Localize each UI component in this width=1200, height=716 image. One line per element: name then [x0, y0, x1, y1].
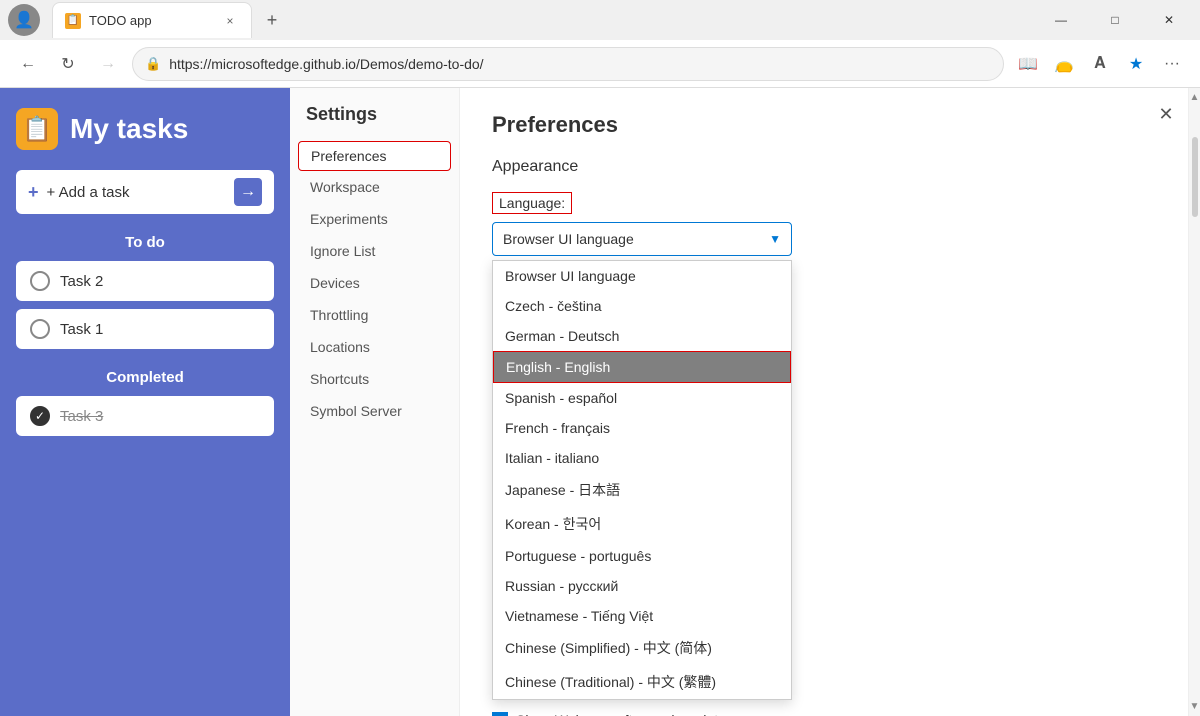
- language-row: Language:: [492, 192, 1168, 214]
- nav-actions: 📖 👝 𝐀 ★ ···: [1012, 48, 1188, 80]
- settings-title: Settings: [290, 104, 459, 141]
- dropdown-item-german[interactable]: German - Deutsch: [493, 321, 791, 351]
- todo-section-label: To do: [16, 234, 274, 251]
- close-preferences-button[interactable]: ✕: [1152, 100, 1180, 128]
- dropdown-item-vietnamese[interactable]: Vietnamese - Tiếng Việt: [493, 601, 791, 631]
- settings-nav-shortcuts[interactable]: Shortcuts: [290, 363, 459, 395]
- settings-nav-devices[interactable]: Devices: [290, 267, 459, 299]
- settings-panel: Settings Preferences Workspace Experimen…: [290, 88, 460, 716]
- close-tab-button[interactable]: ×: [221, 12, 239, 30]
- language-select[interactable]: Browser UI language ▼: [492, 222, 792, 256]
- todo-header: 📋 My tasks: [16, 108, 274, 150]
- more-button[interactable]: ···: [1156, 48, 1188, 80]
- read-aloud-button[interactable]: 𝐀: [1084, 48, 1116, 80]
- profile-icon[interactable]: 👤: [8, 4, 40, 36]
- task-label: Task 1: [60, 321, 103, 338]
- show-welcome-label: Show Welcome after each update: [516, 712, 726, 716]
- task-label: Task 2: [60, 273, 103, 290]
- add-task-row[interactable]: + + Add a task →: [16, 170, 274, 214]
- add-task-label: + Add a task: [47, 184, 226, 201]
- scroll-up-icon[interactable]: ▲: [1186, 88, 1200, 107]
- minimize-button[interactable]: —: [1038, 4, 1084, 36]
- scroll-down-icon[interactable]: ▼: [1186, 697, 1200, 716]
- address-bar[interactable]: 🔒 https://microsoftedge.github.io/Demos/…: [132, 47, 1004, 81]
- add-task-arrow-icon: →: [234, 178, 262, 206]
- dropdown-item-russian[interactable]: Russian - русский: [493, 571, 791, 601]
- settings-nav-symbol-server[interactable]: Symbol Server: [290, 395, 459, 427]
- dropdown-item-portuguese[interactable]: Portuguese - português: [493, 541, 791, 571]
- wallet-button[interactable]: 👝: [1048, 48, 1080, 80]
- dropdown-item-chinese-simplified[interactable]: Chinese (Simplified) - 中文 (简体): [493, 631, 791, 665]
- dropdown-item-korean[interactable]: Korean - 한국어: [493, 507, 791, 541]
- scrollbar[interactable]: ▲ ▼: [1188, 88, 1200, 716]
- scroll-track: [1191, 127, 1199, 677]
- todo-app-title: My tasks: [70, 113, 188, 145]
- dropdown-item-browser-ui[interactable]: Browser UI language: [493, 261, 791, 291]
- dropdown-item-french[interactable]: French - français: [493, 413, 791, 443]
- select-dropdown-arrow-icon: ▼: [769, 232, 781, 246]
- refresh-button[interactable]: ↻: [52, 48, 84, 80]
- tab-title: TODO app: [89, 13, 213, 28]
- settings-nav-workspace[interactable]: Workspace: [290, 171, 459, 203]
- lock-icon: 🔒: [145, 56, 161, 72]
- todo-sidebar: 📋 My tasks + + Add a task → To do Task 2…: [0, 88, 290, 716]
- appearance-label: Appearance: [492, 158, 1168, 176]
- completed-section-label: Completed: [16, 369, 274, 386]
- read-view-button[interactable]: 📖: [1012, 48, 1044, 80]
- nav-bar: ← ↻ → 🔒 https://microsoftedge.github.io/…: [0, 40, 1200, 88]
- page-content: 📋 My tasks + + Add a task → To do Task 2…: [0, 88, 1200, 716]
- completed-task-label: Task 3: [60, 408, 103, 425]
- todo-app-icon: 📋: [16, 108, 58, 150]
- tab-favicon: 📋: [65, 13, 81, 29]
- back-button[interactable]: ←: [12, 48, 44, 80]
- show-welcome-checkbox[interactable]: ✓: [492, 712, 508, 716]
- task-item[interactable]: Task 1: [16, 309, 274, 349]
- selected-language-text: Browser UI language: [503, 231, 634, 247]
- browser-window: 👤 📋 TODO app × + — □ ✕ ← ↻ → 🔒 https://m…: [0, 0, 1200, 716]
- task-checkbox[interactable]: [30, 319, 50, 339]
- close-window-button[interactable]: ✕: [1146, 4, 1192, 36]
- title-bar: 👤 📋 TODO app × + — □ ✕: [0, 0, 1200, 40]
- completed-task-checkbox[interactable]: ✓: [30, 406, 50, 426]
- dropdown-item-english[interactable]: English - English: [493, 351, 791, 383]
- dropdown-item-chinese-traditional[interactable]: Chinese (Traditional) - 中文 (繁體): [493, 665, 791, 699]
- dropdown-item-czech[interactable]: Czech - čeština: [493, 291, 791, 321]
- favorites-button[interactable]: ★: [1120, 48, 1152, 80]
- preferences-panel: ✕ Preferences Appearance Language: Brows…: [460, 88, 1200, 716]
- add-task-plus-icon: +: [28, 182, 39, 203]
- url-text: https://microsoftedge.github.io/Demos/de…: [169, 56, 991, 72]
- task-item[interactable]: Task 2: [16, 261, 274, 301]
- window-controls: — □ ✕: [1038, 4, 1192, 36]
- dropdown-item-japanese[interactable]: Japanese - 日本語: [493, 473, 791, 507]
- task-checkbox[interactable]: [30, 271, 50, 291]
- show-welcome-row: ✓ Show Welcome after each update: [492, 712, 1168, 716]
- language-dropdown-menu: Browser UI language Czech - čeština Germ…: [492, 260, 792, 700]
- settings-nav-experiments[interactable]: Experiments: [290, 203, 459, 235]
- scroll-thumb[interactable]: [1192, 137, 1198, 217]
- preferences-title: Preferences: [492, 112, 1168, 138]
- dropdown-item-italian[interactable]: Italian - italiano: [493, 443, 791, 473]
- maximize-button[interactable]: □: [1092, 4, 1138, 36]
- completed-task-item[interactable]: ✓ Task 3: [16, 396, 274, 436]
- browser-tab[interactable]: 📋 TODO app ×: [52, 2, 252, 38]
- dropdown-item-spanish[interactable]: Spanish - español: [493, 383, 791, 413]
- settings-nav-locations[interactable]: Locations: [290, 331, 459, 363]
- settings-nav-throttling[interactable]: Throttling: [290, 299, 459, 331]
- forward-button: →: [92, 48, 124, 80]
- settings-nav-ignore-list[interactable]: Ignore List: [290, 235, 459, 267]
- settings-nav-preferences[interactable]: Preferences: [298, 141, 451, 171]
- new-tab-button[interactable]: +: [256, 4, 288, 36]
- language-label: Language:: [492, 192, 572, 214]
